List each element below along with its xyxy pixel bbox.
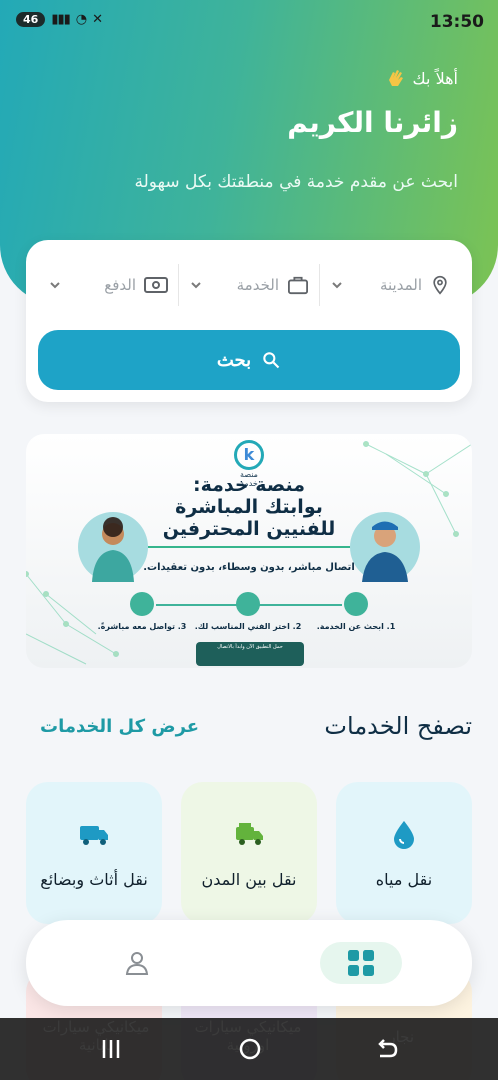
search-icon [263, 352, 280, 369]
chevron-down-icon [50, 282, 60, 289]
truck-icon [236, 823, 263, 845]
service-label: الخدمة [236, 276, 279, 294]
step-2: 2. اختر الفني المناسب لك. [188, 592, 308, 631]
search-button[interactable]: بحث [38, 330, 460, 390]
status-bar: 46 ▮▮▮ ◔ ✕ 13:50 [0, 0, 498, 46]
greeting-small: أهلاً بك [383, 66, 458, 90]
payment-filter[interactable]: الدفع [38, 264, 179, 306]
phone-icon [130, 592, 154, 616]
system-navigation-bar: نجار ميكانيكي سيارات اوروبية ميكانيكي سي… [0, 1018, 498, 1080]
banner-headline-3: للفنيين المحترفين [162, 518, 336, 540]
recent-apps-icon[interactable] [96, 1034, 126, 1064]
city-filter[interactable]: المدينة [320, 264, 460, 306]
banner-tagline: اتصال مباشر، بدون وسطاء، بدون تعقيدات. [143, 562, 355, 573]
category-label: نقل مياه [375, 870, 433, 889]
store-text: حمل التطبيق الآن وابدأ بالاتصال [217, 644, 283, 650]
waving-hand-icon [388, 70, 403, 86]
user-icon[interactable] [122, 948, 152, 978]
step-1-text: 1. ابحث عن الخدمة. [316, 622, 396, 631]
banner-headline-1: منصة خدمة: [193, 474, 305, 496]
nav-home-tab[interactable] [320, 942, 402, 984]
status-time: 13:50 [429, 12, 484, 32]
section-title: تصفح الخدمات [324, 712, 472, 740]
user-icon [236, 592, 260, 616]
banner-headline: منصة خدمة: بوابتك المباشرة للفنيين المحت… [146, 474, 352, 540]
category-label: نقل أثاث وبضائع [40, 870, 148, 889]
banner-headline-2: بوابتك المباشرة [175, 496, 323, 518]
bottom-navigation [26, 920, 472, 1006]
app-store-badges: حمل التطبيق الآن وابدأ بالاتصال [196, 642, 304, 666]
filter-row: المدينة الخدمة الدفع [38, 264, 460, 306]
chevron-down-icon [332, 282, 342, 289]
search-icon [344, 592, 368, 616]
status-icons: 46 ▮▮▮ ◔ ✕ [16, 12, 103, 27]
step-3: 3. تواصل معه مباشرةً. [82, 592, 202, 631]
category-label: نقل بين المدن [201, 870, 297, 889]
view-all-services-link[interactable]: عرض كل الخدمات [40, 716, 199, 737]
grid-icon [348, 950, 374, 976]
search-card: المدينة الخدمة الدفع بحث [26, 240, 472, 402]
back-icon[interactable] [372, 1034, 402, 1064]
home-button-icon[interactable] [235, 1034, 265, 1064]
signal-icon: ▮▮▮ [51, 12, 70, 27]
connector-line [148, 546, 350, 548]
category-water-transport[interactable]: نقل مياه [336, 782, 472, 924]
network-badge: 46 [16, 12, 46, 27]
water-drop-icon [394, 821, 414, 849]
search-button-label: بحث [216, 349, 252, 370]
chevron-down-icon [191, 282, 201, 289]
greeting-subtitle: ابحث عن مقدم خدمة في منطقتك بكل سهولة [134, 172, 458, 192]
step-1: 1. ابحث عن الخدمة. [296, 592, 416, 631]
step-2-text: 2. اختر الفني المناسب لك. [194, 622, 302, 631]
step-3-text: 3. تواصل معه مباشرةً. [97, 622, 187, 631]
service-filter[interactable]: الخدمة [179, 264, 320, 306]
mute-icon: ✕ [92, 12, 103, 27]
cash-icon [144, 277, 168, 293]
briefcase-icon [288, 276, 308, 295]
promo-banner[interactable]: k منصة خدمة منصة خدمة: بوابتك المباشرة ل… [26, 434, 472, 668]
wifi-icon: ◔ [75, 12, 87, 27]
brand-logo-mark: k [234, 440, 264, 470]
category-furniture-transport[interactable]: نقل أثاث وبضائع [26, 782, 162, 924]
location-pin-icon [433, 275, 447, 295]
greeting-title: زائرنا الكريم [287, 106, 458, 139]
greeting-small-text: أهلاً بك [412, 68, 458, 88]
payment-label: الدفع [104, 276, 136, 294]
delivery-truck-icon [80, 826, 108, 845]
city-label: المدينة [379, 276, 422, 294]
category-intercity-transport[interactable]: نقل بين المدن [181, 782, 317, 924]
